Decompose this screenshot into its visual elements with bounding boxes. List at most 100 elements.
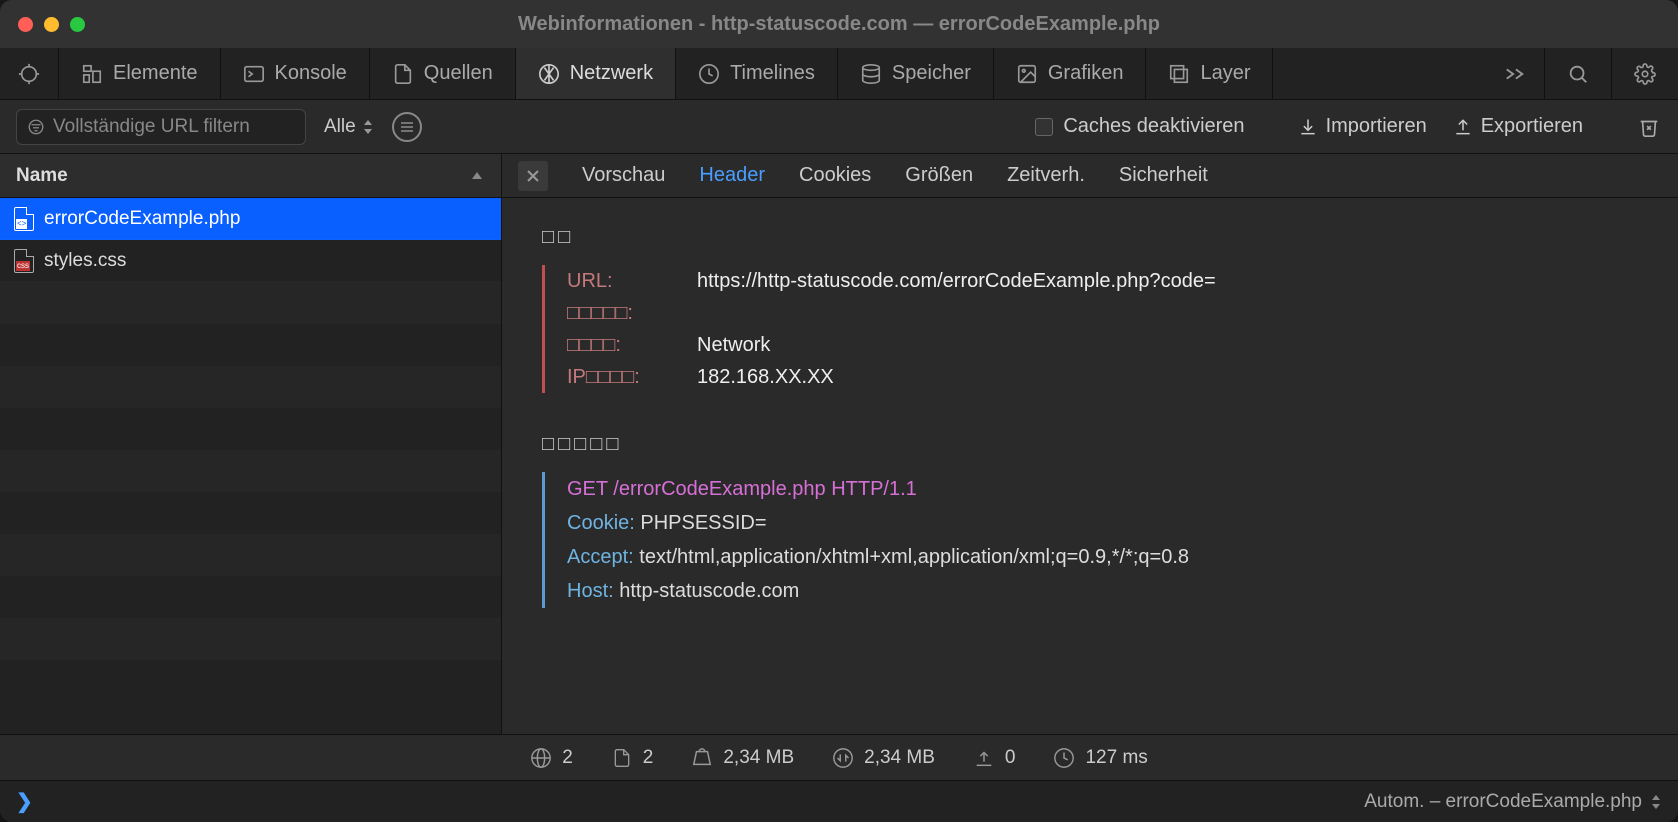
sort-chevron-icon [469,168,485,184]
stat-loads: 0 [973,747,1016,769]
tab-storage[interactable]: Speicher [838,48,994,99]
stat-value: 127 ms [1085,747,1147,769]
stat-value: 0 [1005,747,1016,769]
main-tabs: Elemente Konsole Quellen Netzwerk Timeli… [0,48,1678,100]
request-section-title: □□□□□ [542,433,1638,456]
detail-tab-sizes[interactable]: Größen [905,164,973,187]
tab-label: Elemente [113,62,198,85]
request-line: GET /errorCodeExample.php HTTP/1.1 [567,472,1638,506]
window-maximize-button[interactable] [70,17,85,32]
elements-icon [81,63,103,85]
import-button[interactable]: Importieren [1298,115,1427,138]
stat-value: 2,34 MB [864,747,935,769]
clear-button[interactable] [1636,114,1662,140]
tab-label: Netzwerk [570,62,653,85]
window-minimize-button[interactable] [44,17,59,32]
file-icon [611,747,633,769]
search-button[interactable] [1545,48,1612,99]
sources-icon [392,63,414,85]
overflow-tabs-button[interactable] [1486,48,1545,99]
summary-row: □□□□: Network [567,329,1638,361]
overflow-icon [1504,63,1526,85]
weight-icon [691,747,713,769]
stat-value: 2,34 MB [723,747,794,769]
checkbox-box [1035,118,1053,136]
export-label: Exportieren [1481,115,1583,138]
inspect-target-button[interactable] [0,48,59,99]
console-icon [243,63,265,85]
crosshair-icon [18,63,40,85]
upload-icon [1453,117,1473,137]
network-icon [538,63,560,85]
filter-icon [27,118,45,136]
sidebar-header[interactable]: Name [0,154,501,198]
header-value: text/html,application/xhtml+xml,applicat… [639,546,1189,568]
clock-icon [1053,747,1075,769]
tab-sources[interactable]: Quellen [370,48,516,99]
graphics-icon [1016,63,1038,85]
detail-pane: Vorschau Header Cookies Größen Zeitverh.… [502,154,1678,734]
file-list: <> errorCodeExample.php css styles.css [0,198,501,734]
context-selector[interactable]: Autom. – errorCodeExample.php [1364,791,1662,813]
detail-tab-security[interactable]: Sicherheit [1119,164,1208,187]
context-label: Autom. – errorCodeExample.php [1364,791,1642,813]
tab-layers[interactable]: Layer [1146,48,1273,99]
tab-elements[interactable]: Elemente [59,48,221,99]
file-row[interactable]: <> errorCodeExample.php [0,198,501,240]
disable-caches-checkbox[interactable]: Caches deaktivieren [1035,115,1244,138]
import-label: Importieren [1326,115,1427,138]
file-icon: <> [14,207,34,231]
mode-label: Alle [324,116,356,138]
gear-icon [1634,63,1656,85]
tab-label: Quellen [424,62,493,85]
tab-label: Grafiken [1048,62,1124,85]
summary-block: URL: https://http-statuscode.com/errorCo… [542,265,1638,393]
status-bar: 2 2 2,34 MB 2,34 MB 0 [0,734,1678,780]
globe-icon [530,747,552,769]
file-icon: css [14,249,34,273]
summary-row: URL: https://http-statuscode.com/errorCo… [567,265,1638,297]
filter-mode-selector[interactable]: Alle [324,116,374,138]
header-value: PHPSESSID= [640,512,766,534]
tab-label: Layer [1200,62,1250,85]
tab-graphics[interactable]: Grafiken [994,48,1147,99]
detail-body: □□ URL: https://http-statuscode.com/erro… [502,198,1678,734]
file-row[interactable]: css styles.css [0,240,501,282]
group-button[interactable] [392,112,422,142]
stat-time: 127 ms [1053,747,1147,769]
detail-tab-preview[interactable]: Vorschau [582,164,665,187]
console-prompt-icon[interactable]: ❯ [16,789,33,814]
updown-icon [362,118,374,136]
file-name: errorCodeExample.php [44,208,240,230]
tab-label: Timelines [730,62,815,85]
stat-value: 2 [562,747,573,769]
disable-caches-label: Caches deaktivieren [1063,115,1244,138]
url-filter-placeholder: Vollständige URL filtern [53,116,250,138]
tab-timelines[interactable]: Timelines [676,48,838,99]
close-detail-button[interactable] [518,161,548,191]
window-close-button[interactable] [18,17,33,32]
summary-label: □□□□□: [567,302,677,325]
summary-value: 182.168.XX.XX [697,366,834,389]
header-name: Host: [567,580,614,602]
network-toolbar: Vollständige URL filtern Alle Caches dea… [0,100,1678,154]
resources-sidebar: Name <> errorCodeExample.php css styles.… [0,154,502,734]
header-value: http-statuscode.com [619,580,799,602]
detail-tab-timing[interactable]: Zeitverh. [1007,164,1085,187]
tab-console[interactable]: Konsole [221,48,370,99]
stat-transferred: 2,34 MB [832,747,935,769]
updown-icon [1650,793,1662,811]
window-title: Webinformationen - http-statuscode.com —… [0,13,1678,36]
request-header-row: Host: http-statuscode.com [567,574,1638,608]
header-name: Accept: [567,546,634,568]
url-filter-input[interactable]: Vollständige URL filtern [16,109,306,145]
tab-network[interactable]: Netzwerk [516,48,676,99]
summary-value: https://http-statuscode.com/errorCodeExa… [697,270,1216,293]
summary-value: Network [697,334,770,357]
detail-tab-cookies[interactable]: Cookies [799,164,871,187]
export-button[interactable]: Exportieren [1453,115,1583,138]
header-name: Cookie: [567,512,635,534]
detail-tab-header[interactable]: Header [699,164,765,187]
settings-button[interactable] [1612,48,1678,99]
timelines-icon [698,63,720,85]
